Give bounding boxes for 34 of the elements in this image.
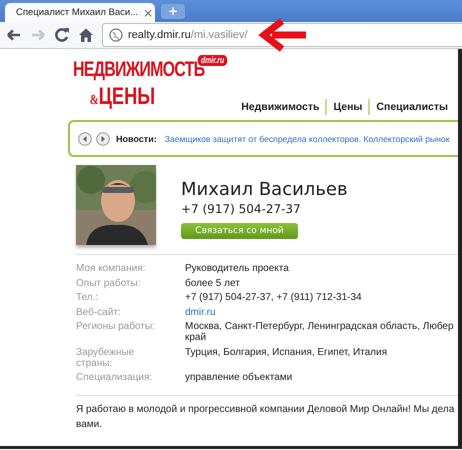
- field-label: Специализация:: [76, 372, 154, 383]
- tab-title: Специалист Михаил Васи...: [16, 7, 138, 18]
- next-icon[interactable]: [96, 132, 110, 146]
- field-value: Руководитель проекта: [185, 263, 289, 274]
- field-value: Турция, Болгария, Испания, Египет, Италия: [185, 346, 388, 358]
- field-label: Опыт работы:: [76, 278, 142, 288]
- previous-icon[interactable]: [78, 132, 92, 146]
- globe-icon: [109, 28, 123, 42]
- address-field[interactable]: realty.dmir.ru/mi.vasiliev/: [102, 23, 462, 47]
- nav-link[interactable]: Специалисты: [368, 99, 454, 115]
- home-icon[interactable]: [78, 27, 94, 43]
- website-link[interactable]: dmir.ru: [185, 306, 216, 318]
- about-text: вами.: [76, 418, 102, 432]
- profile-phone: +7 (917) 504-27-37: [181, 202, 302, 216]
- profile-name: Михаил Васильев: [181, 179, 348, 200]
- browser-tab[interactable]: Специалист Михаил Васи... ×: [5, 3, 155, 22]
- nav-link[interactable]: Недвижимость: [241, 99, 326, 115]
- reload-icon[interactable]: [54, 27, 70, 43]
- field-value: край: [185, 332, 206, 343]
- field-label: Веб-сайт:: [76, 306, 122, 318]
- field-value: более 5 лет: [185, 278, 240, 288]
- field-label: Моя компания:: [76, 263, 146, 274]
- close-button[interactable]: ×: [143, 6, 154, 18]
- nav-link[interactable]: Цены: [325, 99, 368, 115]
- field-label: Регионы работы:: [76, 321, 156, 334]
- field-value: +7 (917) 504-27-37, +7 (911) 712-31-34: [185, 292, 362, 303]
- field-value: управление объектами: [185, 372, 292, 383]
- back-icon[interactable]: [6, 28, 22, 42]
- about-text: Я работаю в молодой и прогрессивной компании Деловой Мир Онлайн! Мы дела: [76, 403, 454, 417]
- field-value: Москва, Санкт-Петербург, Ленинградская область, Любер: [185, 321, 454, 332]
- field-label: Зарубежные страны:: [76, 346, 136, 368]
- news-label: Новости:: [116, 134, 157, 144]
- field-label: Тел.:: [76, 292, 100, 303]
- news-link[interactable]: Заемщиков защитят от беспредела коллекторов. Коллекторский рынок: [164, 134, 450, 144]
